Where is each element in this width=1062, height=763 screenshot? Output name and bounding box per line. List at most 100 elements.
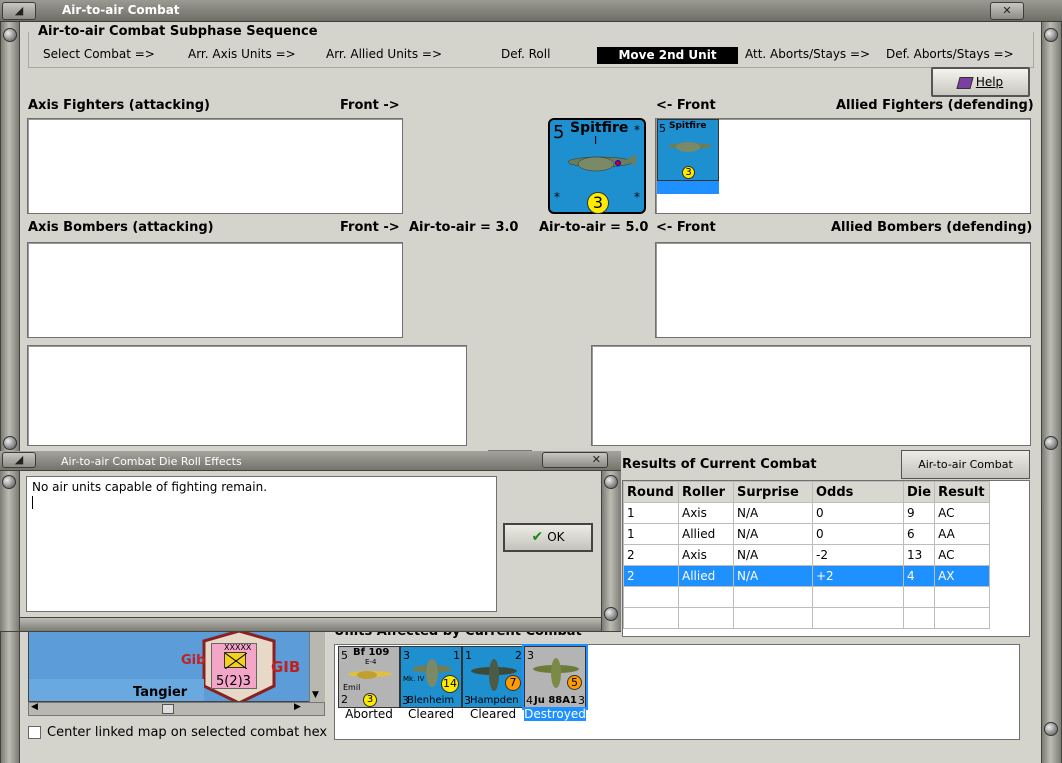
checkmark-icon: ✔ [531, 529, 544, 545]
affected-unit-bf109[interactable]: 5 Bf 109 E-4 Emil 2 3 [338, 646, 400, 708]
affected-unit-status: Cleared [407, 707, 455, 721]
bolt-icon [1044, 28, 1058, 42]
bolt-icon [2, 475, 16, 489]
bf109-icon [348, 671, 392, 679]
axis-reserve-box[interactable] [27, 345, 467, 446]
cell: 0 [812, 502, 904, 524]
scroll-left-icon[interactable]: ◀ [31, 702, 38, 712]
unit-defense: 3 [363, 693, 377, 707]
text-cursor [32, 496, 33, 509]
cell: 4 [902, 565, 936, 587]
infantry-icon [224, 652, 248, 670]
seq-step-move-2nd-unit: Move 2nd Unit [597, 47, 738, 64]
scroll-thumb[interactable] [162, 704, 174, 714]
die-roll-message-box[interactable]: No air units capable of fighting remain. [26, 476, 497, 612]
table-row[interactable]: 1 Allied N/A 0 6 AA [623, 523, 991, 545]
selected-unit-counter[interactable]: 5 Spitfire I * * * 3 [548, 118, 646, 214]
book-icon [956, 76, 974, 89]
seq-step-select-combat: Select Combat => [43, 47, 155, 61]
col-result[interactable]: Result [934, 481, 991, 503]
map-label-gib-upper: GIB [271, 658, 301, 676]
map-unit-counter[interactable]: XXXXX 5(2)3 [211, 643, 257, 689]
window-menu-button[interactable]: ◢ [2, 2, 36, 20]
col-die[interactable]: Die [902, 481, 936, 503]
cell: 1 [623, 502, 679, 524]
die-roll-frame-left [0, 471, 20, 631]
axis-bombers-label: Axis Bombers (attacking) [28, 220, 214, 235]
frame-right [1041, 22, 1062, 763]
center-map-label: Center linked map on selected combat hex [47, 725, 328, 740]
cell: AX [934, 565, 991, 587]
col-roller[interactable]: Roller [678, 481, 734, 503]
bolt-icon [3, 28, 17, 42]
cell: 2 [623, 565, 679, 587]
allied-fighters-front-label: <- Front [656, 98, 716, 113]
help-button[interactable]: Help [931, 67, 1030, 97]
die-roll-frame-right [601, 471, 621, 631]
seq-step-arr-axis: Arr. Axis Units => [188, 47, 296, 61]
unit-subtype: Mk. IV [403, 675, 425, 683]
affected-unit-status: Cleared [469, 707, 517, 721]
map-vertical-scrollbar[interactable]: ▼ [309, 630, 325, 702]
axis-air-to-air-value: Air-to-air = 3.0 [409, 220, 519, 235]
unit-name: Blenheim [407, 695, 455, 706]
unit-range: 2 [341, 693, 348, 706]
unit-attack: 5 [553, 122, 565, 143]
allied-bombers-label: Allied Bombers (defending) [831, 220, 1033, 235]
seq-step-def-roll: Def. Roll [501, 47, 551, 61]
col-surprise[interactable]: Surprise [733, 481, 813, 503]
linked-map[interactable]: Gib GIB Tangier XXXXX 5(2)3 [28, 630, 325, 702]
unit-pilot: Emil [343, 683, 361, 692]
cell: N/A [733, 502, 813, 524]
center-map-checkbox[interactable] [28, 726, 41, 739]
allied-reserve-box[interactable] [591, 345, 1031, 446]
seq-step-att-aborts: Att. Aborts/Stays => [745, 47, 871, 61]
map-counter-value: 5(2)3 [216, 674, 251, 689]
col-round[interactable]: Round [623, 481, 679, 503]
unit-range: 4 [526, 694, 533, 707]
col-odds[interactable]: Odds [812, 481, 904, 503]
die-roll-title: Air-to-air Combat Die Roll Effects [61, 455, 242, 468]
unit-name: Bf 109 [353, 647, 390, 658]
die-roll-frame-bottom [20, 617, 601, 631]
die-roll-message: No air units capable of fighting remain. [32, 480, 268, 494]
cell: 2 [623, 544, 679, 566]
axis-fighters-box[interactable] [27, 118, 403, 214]
cell: Axis [678, 502, 734, 524]
ok-button[interactable]: ✔ OK [503, 523, 593, 552]
bolt-icon [604, 607, 618, 621]
map-horizontal-scrollbar[interactable]: ◀ ▶ [28, 702, 325, 716]
cell: N/A [733, 565, 813, 587]
unit-name: Ju 88A1 [534, 695, 577, 706]
table-row[interactable]: 2 Axis N/A -2 13 AC [623, 544, 991, 566]
cell: AC [934, 502, 991, 524]
axis-bombers-box[interactable] [27, 242, 403, 338]
air-combat-chart-button[interactable]: Air-to-air Combat Chart [901, 450, 1030, 498]
unit-name: Spitfire [669, 121, 707, 131]
window-title: Air-to-air Combat [62, 3, 180, 17]
cell: -2 [812, 544, 904, 566]
affected-unit-hampden[interactable]: 1 2 7 3 Hampden [462, 646, 524, 708]
map-counter-top: XXXXX [224, 643, 252, 652]
window-titlebar: ◢ Air-to-air Combat ✕ [0, 0, 1062, 22]
allied-fighter-counter[interactable]: 5 Spitfire 3 [657, 119, 719, 181]
cell: AA [934, 523, 991, 545]
scroll-down-icon[interactable]: ▼ [312, 690, 319, 700]
unit-star: * [554, 190, 560, 204]
unit-defense: 5 [567, 675, 582, 690]
window-close-button[interactable]: ✕ [990, 2, 1024, 20]
affected-unit-blenheim[interactable]: 3 1 Mk. IV 14 3 Blenheim [400, 646, 462, 708]
cell: 9 [902, 502, 936, 524]
die-roll-close-button[interactable]: ✕ [542, 452, 608, 468]
unit-name: Spitfire [570, 120, 629, 136]
table-row-selected[interactable]: 2 Allied N/A +2 4 AX [623, 565, 991, 587]
cell: Axis [678, 544, 734, 566]
bolt-icon [1044, 436, 1058, 450]
scroll-right-icon[interactable]: ▶ [294, 702, 301, 712]
seq-step-def-aborts: Def. Aborts/Stays => [886, 47, 1014, 61]
table-row[interactable]: 1 Axis N/A 0 9 AC [623, 502, 991, 524]
unit-star: * [634, 190, 640, 204]
affected-unit-ju88[interactable]: 3 5 4 Ju 88A1 3 [522, 644, 588, 710]
die-roll-menu-button[interactable]: ◢ [2, 452, 36, 468]
allied-bombers-box[interactable] [655, 242, 1031, 338]
